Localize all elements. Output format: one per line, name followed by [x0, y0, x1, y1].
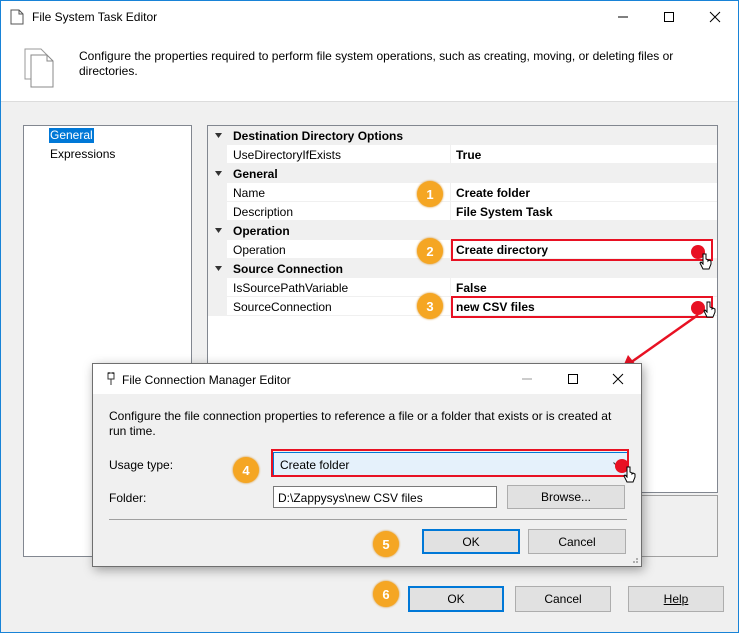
folder-input-value: D:\Zappysys\new CSV files — [278, 491, 423, 505]
row-gutter — [208, 183, 227, 202]
property-name: Description — [233, 205, 294, 219]
dialog-cancel-button[interactable]: Cancel — [528, 529, 626, 554]
row-gutter — [208, 297, 227, 316]
property-row-name[interactable]: Name Create folder — [208, 183, 717, 202]
document-icon — [10, 9, 24, 25]
column-divider — [450, 278, 451, 297]
step-badge-5: 5 — [373, 531, 399, 557]
maximize-icon — [568, 374, 578, 384]
category-general[interactable]: General — [208, 164, 717, 183]
row-gutter — [208, 202, 227, 221]
nav-item-expressions[interactable]: Expressions — [49, 147, 116, 162]
resize-grip-icon[interactable] — [629, 554, 639, 564]
step-badge-2: 2 — [417, 238, 443, 264]
property-value: True — [456, 148, 482, 162]
row-gutter — [208, 278, 227, 297]
close-icon — [612, 373, 624, 385]
nav-item-general[interactable]: General — [49, 128, 94, 143]
property-name: Operation — [233, 243, 286, 257]
property-value: False — [456, 281, 487, 295]
step-badge-1: 1 — [417, 181, 443, 207]
connection-plug-icon — [107, 372, 115, 385]
help-button-label: Help — [663, 592, 689, 606]
collapse-icon — [215, 228, 222, 233]
minimize-icon — [522, 378, 532, 380]
description-band: Configure the properties required to per… — [1, 32, 738, 102]
dialog-close-button[interactable] — [595, 364, 641, 394]
dialog-minimize-button[interactable] — [504, 364, 550, 394]
browse-button[interactable]: Browse... — [507, 485, 625, 509]
property-value: File System Task — [456, 205, 553, 219]
column-divider — [450, 183, 451, 202]
property-row-description[interactable]: Description File System Task — [208, 202, 717, 221]
column-divider — [450, 202, 451, 221]
usage-type-highlight — [271, 449, 629, 477]
mouse-cursor-icon — [699, 253, 712, 270]
dialog-separator — [109, 519, 627, 520]
property-row-issourcepathvariable[interactable]: IsSourcePathVariable False — [208, 278, 717, 297]
row-gutter — [208, 240, 227, 259]
close-button[interactable] — [692, 1, 738, 32]
collapse-icon — [215, 171, 222, 176]
title-bar: File System Task Editor — [1, 1, 738, 32]
column-divider — [450, 145, 451, 164]
property-name: SourceConnection — [233, 300, 332, 314]
category-operation[interactable]: Operation — [208, 221, 717, 240]
step-badge-4: 4 — [233, 457, 259, 483]
collapse-icon — [215, 133, 222, 138]
maximize-button[interactable] — [646, 1, 692, 32]
operation-highlight — [451, 239, 713, 261]
category-label: Destination Directory Options — [233, 129, 404, 143]
dialog-maximize-button[interactable] — [550, 364, 596, 394]
folder-label: Folder: — [109, 491, 147, 505]
minimize-button[interactable] — [600, 1, 646, 32]
window-description: Configure the properties required to per… — [79, 49, 674, 78]
property-name: UseDirectoryIfExists — [233, 148, 342, 162]
category-label: Source Connection — [233, 262, 344, 276]
cancel-button[interactable]: Cancel — [515, 586, 611, 612]
ok-button[interactable]: OK — [408, 586, 504, 612]
usage-type-label: Usage type: — [109, 458, 174, 472]
close-icon — [709, 11, 721, 22]
category-label: General — [233, 167, 278, 181]
property-name: IsSourcePathVariable — [233, 281, 349, 295]
step-badge-6: 6 — [373, 581, 399, 607]
collapse-icon — [215, 266, 222, 271]
property-name: Name — [233, 186, 266, 200]
step-badge-3: 3 — [417, 293, 443, 319]
category-label: Operation — [233, 224, 290, 238]
category-source-connection[interactable]: Source Connection — [208, 259, 717, 278]
dialog-ok-button[interactable]: OK — [422, 529, 520, 554]
property-value: Create folder — [456, 186, 531, 200]
maximize-icon — [664, 11, 674, 22]
mouse-cursor-icon — [623, 466, 636, 483]
dialog-title: File Connection Manager Editor — [122, 373, 291, 387]
help-button[interactable]: Help — [628, 586, 724, 612]
property-row-usedirectoryifexists[interactable]: UseDirectoryIfExists True — [208, 145, 717, 164]
dialog-title-bar: File Connection Manager Editor — [93, 364, 641, 394]
window-title: File System Task Editor — [32, 10, 158, 24]
dialog-description: Configure the file connection properties… — [109, 409, 612, 438]
folder-input[interactable]: D:\Zappysys\new CSV files — [273, 486, 497, 508]
minimize-icon — [618, 16, 628, 17]
row-gutter — [208, 145, 227, 164]
category-destination[interactable]: Destination Directory Options — [208, 126, 717, 145]
documents-icon — [24, 48, 54, 88]
file-system-task-editor-window: File System Task Editor Configure the pr… — [0, 0, 739, 633]
